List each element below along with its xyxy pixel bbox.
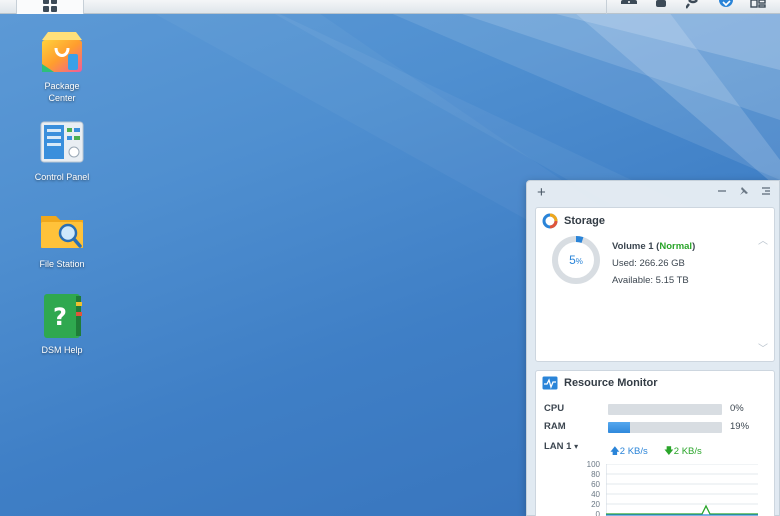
- upload-rate: 🡅2 KB/s: [610, 446, 648, 457]
- windows-icon[interactable]: [748, 0, 768, 14]
- resource-monitor-title: Resource Monitor: [564, 377, 658, 389]
- user-icon[interactable]: [651, 0, 671, 14]
- shopping-bag-icon: [42, 32, 82, 72]
- y-tick: 20: [591, 500, 600, 509]
- widget-menu-icon[interactable]: [761, 185, 771, 199]
- cpu-label: CPU: [544, 403, 565, 414]
- ram-bar-fill: [608, 422, 630, 433]
- grid-icon: [43, 0, 57, 12]
- used-label: Used:: [612, 258, 637, 269]
- chat-icon[interactable]: [619, 0, 639, 14]
- add-widget-button[interactable]: +: [537, 184, 546, 201]
- widget-panel: + Storage ︿ 5% Volume 1 (Normal) Used: 2…: [526, 180, 780, 516]
- widget-toolbar: +: [527, 181, 779, 205]
- desktop-icon-label: DSM Help: [41, 345, 83, 355]
- arrow-up-icon: 🡅: [610, 446, 620, 457]
- caret-down-icon: ▾: [574, 442, 579, 451]
- control-panel-icon: [40, 121, 84, 163]
- desktop-icon-label: Package Center: [44, 81, 80, 103]
- ram-bar: [608, 422, 722, 433]
- svg-text:?: ?: [53, 303, 67, 331]
- minimize-icon[interactable]: [717, 185, 727, 199]
- widget-icon[interactable]: [716, 0, 736, 14]
- y-tick: 80: [591, 470, 600, 479]
- desktop-icon-label: File Station: [39, 259, 85, 269]
- taskbar: [0, 0, 780, 14]
- resource-monitor-icon: [542, 376, 558, 390]
- desktop-icon-label: Control Panel: [34, 172, 90, 182]
- available-label: Available:: [612, 275, 654, 286]
- volume-name: Volume 1: [612, 241, 654, 252]
- ram-percent: 19%: [730, 421, 750, 432]
- volume-info: Volume 1 (Normal) Used: 266.26 GB Availa…: [612, 241, 696, 286]
- download-rate: 🡇2 KB/s: [664, 446, 702, 457]
- search-icon[interactable]: [683, 0, 703, 14]
- y-tick: 0: [595, 510, 600, 516]
- y-tick: 100: [586, 460, 600, 469]
- pin-icon[interactable]: [739, 185, 749, 199]
- resource-monitor-widget: Resource Monitor CPU 0% RAM 19% LAN 1 ▾ …: [535, 370, 775, 516]
- desktop-icon-file-station[interactable]: File Station: [17, 206, 107, 270]
- y-tick: 60: [591, 480, 600, 489]
- status-badge: Normal: [659, 241, 693, 252]
- main-menu-button[interactable]: [16, 0, 84, 14]
- folder-search-icon: [41, 216, 83, 248]
- volume-usage-percent: 5%: [569, 253, 583, 267]
- desktop-icon-package-center[interactable]: Package Center: [17, 28, 107, 104]
- cpu-bar: [608, 404, 722, 415]
- taskbar-tray: [606, 0, 780, 14]
- desktop-icon-dsm-help[interactable]: ? DSM Help: [17, 292, 107, 356]
- help-book-icon: ?: [44, 294, 82, 338]
- storage-widget: Storage ︿ 5% Volume 1 (Normal) Used: 266…: [535, 207, 775, 362]
- storage-icon: [542, 213, 558, 229]
- storage-title: Storage: [564, 215, 605, 227]
- available-value: 5.15 TB: [655, 275, 689, 286]
- download-series-line: [606, 504, 758, 515]
- chevron-down-icon[interactable]: ﹀: [758, 340, 768, 355]
- cpu-percent: 0%: [730, 403, 744, 414]
- used-value: 266.26 GB: [639, 258, 685, 269]
- y-tick: 40: [591, 490, 600, 499]
- lan-selector[interactable]: LAN 1 ▾: [544, 441, 578, 452]
- chevron-up-icon[interactable]: ︿: [758, 232, 768, 247]
- desktop-icon-control-panel[interactable]: Control Panel: [17, 119, 107, 183]
- ram-label: RAM: [544, 421, 566, 432]
- network-graph: [606, 464, 758, 516]
- arrow-down-icon: 🡇: [664, 446, 674, 457]
